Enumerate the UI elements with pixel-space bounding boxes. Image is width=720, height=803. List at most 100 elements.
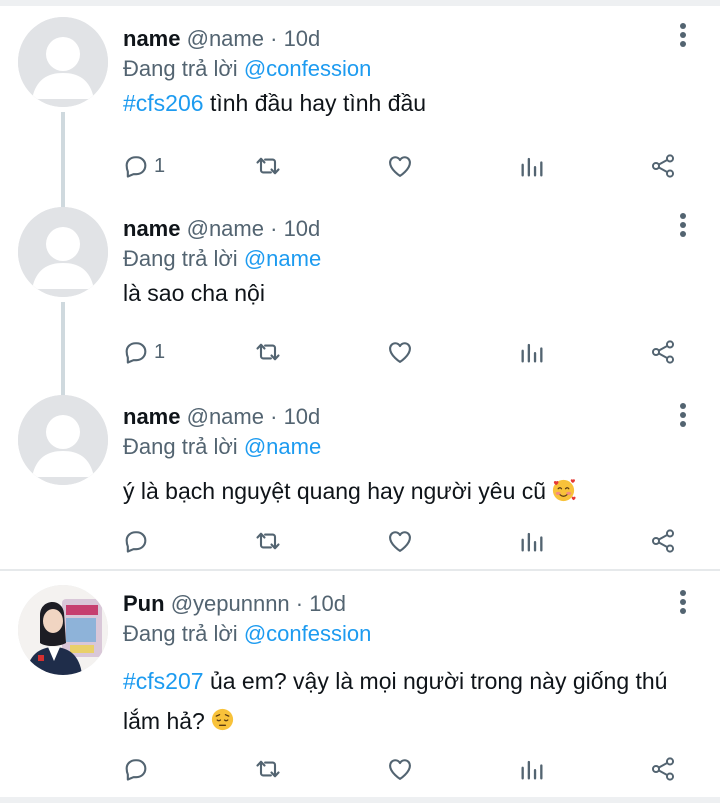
analytics-button[interactable] xyxy=(518,334,546,370)
tweet-header: name @name · 10d xyxy=(123,216,320,242)
retweet-icon xyxy=(256,343,280,361)
reply-icon xyxy=(125,342,147,364)
tweet-text: #cfs206 tình đầu hay tình đầu xyxy=(123,86,683,120)
action-bar xyxy=(0,751,720,787)
action-bar: 1 xyxy=(0,334,720,370)
separator-dot: · xyxy=(270,26,278,51)
share-icon xyxy=(651,340,675,364)
reply-prefix: Đang trả lời xyxy=(123,434,238,459)
reply-button[interactable] xyxy=(122,751,154,787)
user-handle: @name xyxy=(186,26,264,51)
reply-mention-link[interactable]: @confession xyxy=(244,56,372,81)
timestamp[interactable]: 10d xyxy=(284,26,321,51)
tweet[interactable]: name @name · 10d Đang trả lời @name ý là… xyxy=(0,378,720,570)
like-button[interactable] xyxy=(386,751,414,787)
analytics-button[interactable] xyxy=(518,523,546,559)
retweet-button[interactable] xyxy=(254,523,282,559)
profile-photo-icon xyxy=(18,585,108,675)
heart-icon xyxy=(389,342,411,363)
share-button[interactable] xyxy=(649,751,677,787)
avatar[interactable] xyxy=(18,585,108,675)
heart-icon xyxy=(389,759,411,780)
avatar[interactable] xyxy=(18,17,108,107)
reply-prefix: Đang trả lời xyxy=(123,621,238,646)
share-button[interactable] xyxy=(649,148,677,184)
timestamp[interactable]: 10d xyxy=(284,216,321,241)
retweet-button[interactable] xyxy=(254,148,282,184)
pensive-face-icon xyxy=(211,708,233,731)
user-handle: @name xyxy=(186,216,264,241)
retweet-icon xyxy=(256,760,280,778)
avatar[interactable] xyxy=(18,207,108,297)
more-options-icon[interactable] xyxy=(672,587,694,617)
analytics-icon xyxy=(521,532,543,552)
action-bar xyxy=(0,523,720,559)
tweet[interactable]: Pun @yepunnnn · 10d Đang trả lời @confes… xyxy=(0,571,720,797)
heart-icon xyxy=(389,531,411,552)
tweet[interactable]: name @name · 10d Đang trả lời @name là s… xyxy=(0,190,720,398)
hashtag-link[interactable]: #cfs207 xyxy=(123,668,204,694)
tweet-text-content: ý là bạch nguyệt quang hay người yêu cũ xyxy=(123,478,547,504)
more-options-icon[interactable] xyxy=(672,400,694,430)
reply-button[interactable] xyxy=(122,523,154,559)
reply-context: Đang trả lời @name xyxy=(123,434,321,460)
share-button[interactable] xyxy=(649,334,677,370)
display-name[interactable]: Pun xyxy=(123,591,165,616)
avatar[interactable] xyxy=(18,395,108,485)
analytics-icon xyxy=(521,343,543,363)
user-handle: @name xyxy=(186,404,264,429)
share-icon xyxy=(651,529,675,553)
reply-count: 1 xyxy=(154,340,166,363)
reply-context: Đang trả lời @confession xyxy=(123,56,371,82)
hashtag-link[interactable]: #cfs206 xyxy=(123,90,204,116)
tweet-header: name @name · 10d xyxy=(123,404,320,430)
tweet-text: ý là bạch nguyệt quang hay người yêu cũ xyxy=(123,474,683,508)
display-name[interactable]: name xyxy=(123,404,180,429)
analytics-icon xyxy=(521,760,543,780)
analytics-button[interactable] xyxy=(518,148,546,184)
like-button[interactable] xyxy=(386,334,414,370)
display-name[interactable]: name xyxy=(123,216,180,241)
reply-button[interactable]: 1 xyxy=(122,148,165,184)
smiling-face-with-hearts-icon xyxy=(552,479,576,502)
reply-mention-link[interactable]: @name xyxy=(244,246,321,271)
analytics-button[interactable] xyxy=(518,751,546,787)
default-avatar-icon xyxy=(18,17,108,107)
timestamp[interactable]: 10d xyxy=(284,404,321,429)
reply-button[interactable]: 1 xyxy=(122,334,165,370)
reply-prefix: Đang trả lời xyxy=(123,56,238,81)
share-button[interactable] xyxy=(649,523,677,559)
tweet-header: Pun @yepunnnn · 10d xyxy=(123,591,346,617)
timestamp[interactable]: 10d xyxy=(309,591,346,616)
reply-icon xyxy=(125,531,147,553)
retweet-icon xyxy=(256,532,280,550)
separator-dot: · xyxy=(270,216,278,241)
tweet-text-content: là sao cha nội xyxy=(123,280,265,306)
reply-count: 1 xyxy=(154,154,166,177)
tweet-text-content: ủa em? vậy là mọi người trong này giống … xyxy=(123,668,668,734)
display-name[interactable]: name xyxy=(123,26,180,51)
reply-prefix: Đang trả lời xyxy=(123,246,238,271)
share-icon xyxy=(651,757,675,781)
separator-dot: · xyxy=(270,404,278,429)
reply-context: Đang trả lời @name xyxy=(123,246,321,272)
like-button[interactable] xyxy=(386,148,414,184)
retweet-button[interactable] xyxy=(254,751,282,787)
more-options-icon[interactable] xyxy=(672,210,694,240)
user-handle: @yepunnnn xyxy=(170,591,290,616)
bottom-divider xyxy=(0,797,720,803)
reply-mention-link[interactable]: @name xyxy=(244,434,321,459)
more-options-icon[interactable] xyxy=(672,20,694,50)
tweet-text: là sao cha nội xyxy=(123,276,683,310)
separator-dot: · xyxy=(295,591,304,616)
retweet-button[interactable] xyxy=(254,334,282,370)
analytics-icon xyxy=(521,157,543,177)
like-button[interactable] xyxy=(386,523,414,559)
tweet-text: #cfs207 ủa em? vậy là mọi người trong nà… xyxy=(123,661,683,741)
tweet[interactable]: name @name · 10d Đang trả lời @confessio… xyxy=(0,0,720,208)
share-icon xyxy=(651,154,675,178)
reply-mention-link[interactable]: @confession xyxy=(244,621,372,646)
tweet-text-content: tình đầu hay tình đầu xyxy=(203,90,427,116)
retweet-icon xyxy=(256,157,280,175)
reply-context: Đang trả lời @confession xyxy=(123,621,371,647)
